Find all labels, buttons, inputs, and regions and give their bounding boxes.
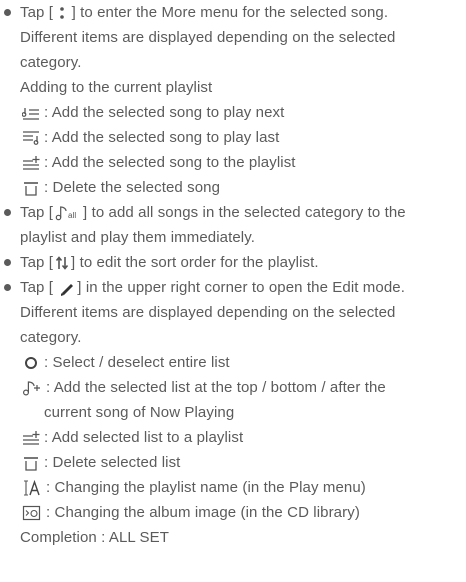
text: ] in the upper right corner to open the … <box>77 279 405 296</box>
bullet-icon <box>4 284 11 291</box>
text: ] to edit the sort order for the playlis… <box>71 254 319 271</box>
list-item: : Changing the album image (in the CD li… <box>22 500 360 526</box>
text: Tap [ <box>20 279 58 296</box>
list-item: : Add the selected list at the top / bot… <box>22 375 386 401</box>
list-item: : Add the selected song to the playlist <box>22 150 296 176</box>
list-item: : Changing the playlist name (in the Pla… <box>22 475 366 501</box>
add-to-playlist-icon <box>22 431 40 445</box>
list-item: Tap [ ] in the upper right corner to ope… <box>4 275 405 301</box>
text: ] to add all songs in the selected categ… <box>83 204 406 221</box>
trash-icon <box>22 181 40 196</box>
play-next-icon <box>22 106 40 120</box>
text: current song of Now Playing <box>44 404 235 421</box>
pencil-edit-icon <box>59 280 75 297</box>
trash-icon <box>22 456 40 471</box>
text: : Add the selected list at the top / bot… <box>46 379 386 396</box>
text: : Changing the playlist name (in the Pla… <box>46 479 366 496</box>
list-item: Tap [ all ] to add all songs in the select… <box>4 200 406 226</box>
text: : Delete selected list <box>44 454 181 471</box>
text: Completion : ALL SET <box>20 529 170 546</box>
sort-order-icon <box>55 256 69 270</box>
bullet-icon <box>4 259 11 266</box>
list-item: : Add the selected song to play last <box>22 125 279 151</box>
list-item: Tap [ ] to edit the sort order for the pl… <box>4 250 319 276</box>
add-list-music-icon <box>22 380 42 396</box>
circle-select-icon <box>22 356 40 370</box>
text: Different items are displayed depending … <box>20 29 396 46</box>
text: ] to enter the More menu for the selecte… <box>67 4 389 21</box>
bullet-icon <box>4 9 11 16</box>
text: : Select / deselect entire list <box>44 354 230 371</box>
text: : Add the selected song to the playlist <box>44 154 296 171</box>
text: Tap [ <box>20 254 54 271</box>
svg-text:all: all <box>68 211 76 220</box>
album-image-icon <box>22 505 42 521</box>
text: playlist and play them immediately. <box>20 229 255 246</box>
add-to-playlist-icon <box>22 156 40 170</box>
text: Different items are displayed depending … <box>20 304 396 321</box>
text: category. <box>20 329 82 346</box>
play-all-icon: all <box>55 205 81 221</box>
text: : Changing the album image (in the CD li… <box>46 504 360 521</box>
list-item: : Add the selected song to play next <box>22 100 284 126</box>
bullet-icon <box>4 209 11 216</box>
list-item: : Select / deselect entire list <box>22 350 230 376</box>
text: category. <box>20 54 82 71</box>
list-item: : Delete the selected song <box>22 175 220 201</box>
list-item: Tap [ ] to enter the More menu for the s… <box>4 0 389 26</box>
rename-text-icon <box>22 480 42 496</box>
text: : Add the selected song to play next <box>44 104 285 121</box>
text: Tap [ <box>20 204 54 221</box>
text: Adding to the current playlist <box>20 79 213 96</box>
more-vertical-icon <box>59 6 65 20</box>
list-item: : Add selected list to a playlist <box>22 425 243 451</box>
text: : Add the selected song to play last <box>44 129 280 146</box>
text: : Add selected list to a playlist <box>44 429 244 446</box>
play-last-icon <box>22 131 40 145</box>
list-item: : Delete selected list <box>22 450 180 476</box>
text: Tap [ <box>20 4 58 21</box>
text: : Delete the selected song <box>44 179 221 196</box>
